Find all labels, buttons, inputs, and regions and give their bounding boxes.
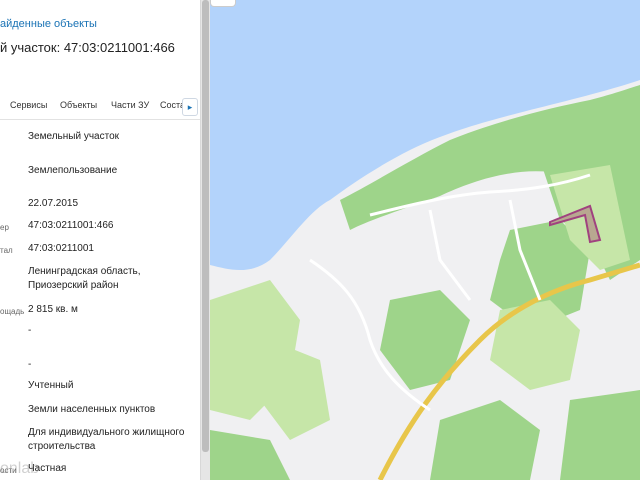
panel-scrollbar[interactable] <box>200 0 210 480</box>
status-value: Учтенный <box>28 380 74 391</box>
tab-parcel-parts[interactable]: Части ЗУ <box>111 100 149 110</box>
tabs-divider <box>0 119 200 120</box>
object-kind-value: Землепользование <box>28 165 118 176</box>
tab-objects[interactable]: Объекты <box>60 100 97 110</box>
cadastral-number-value: 47:03:0211001:466 <box>28 220 114 231</box>
map-control-corner[interactable] <box>210 0 236 7</box>
parcel-title: й участок: 47:03:0211001:466 <box>0 40 175 55</box>
watermark: onlab <box>0 460 40 477</box>
cadastral-quarter-value: 47:03:0211001 <box>28 243 94 254</box>
address-value: Ленинградская область, Приозерский район <box>28 266 141 291</box>
tab-services[interactable]: Сервисы <box>10 100 47 110</box>
info-panel: айденные объекты й участок: 47:03:021100… <box>0 0 204 480</box>
area-label: ощадь <box>0 307 25 316</box>
forest-patch <box>560 390 640 480</box>
permitted-use-value: Для индивидуального жилищного строительс… <box>28 427 185 452</box>
map-view[interactable] <box>210 0 640 480</box>
ownership-value: Частная <box>28 463 67 474</box>
cadastral-quarter-label: тал <box>0 246 13 255</box>
scrollbar-thumb[interactable] <box>202 0 209 452</box>
empty-value: - <box>28 359 32 370</box>
object-type-value: Земельный участок <box>28 131 120 142</box>
cadastral-number-label: ер <box>0 223 9 232</box>
found-objects-link[interactable]: айденные объекты <box>0 18 97 30</box>
empty-value: - <box>28 325 32 336</box>
tab-bar: Сервисы Объекты Части ЗУ Соста <box>0 96 200 116</box>
land-category-value: Земли населенных пунктов <box>28 404 156 415</box>
chevron-right-icon[interactable]: ▸ <box>182 98 198 116</box>
registration-date-value: 22.07.2015 <box>28 198 79 209</box>
area-value: 2 815 кв. м <box>28 304 78 315</box>
